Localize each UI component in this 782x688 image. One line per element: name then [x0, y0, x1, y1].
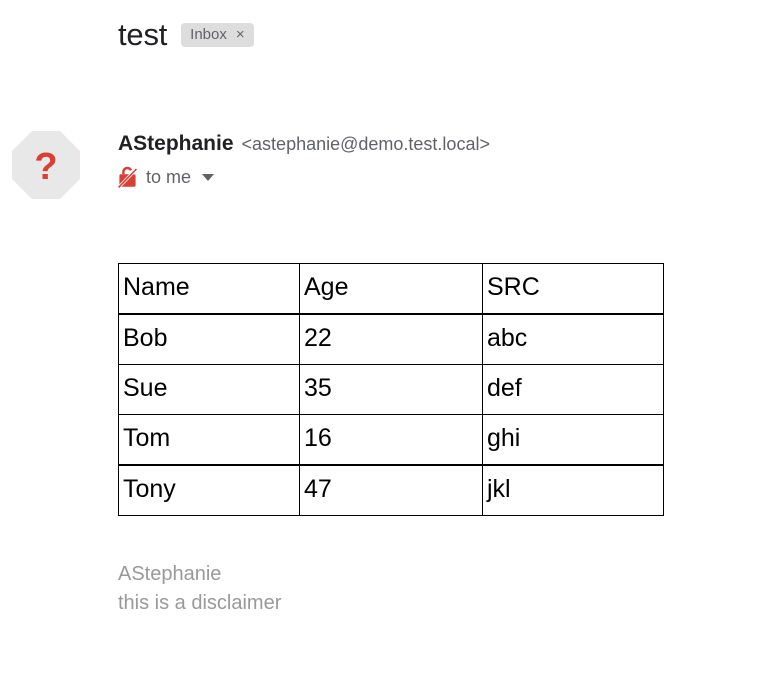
sender-email[interactable]: <astephanie@demo.test.local>	[242, 134, 490, 155]
cell-age: 16	[299, 414, 483, 466]
signature-name: AStephanie	[118, 563, 222, 585]
column-header-src: SRC	[482, 263, 664, 315]
label-chip-text: Inbox	[190, 26, 227, 44]
table-header-row: Name Age SRC	[118, 263, 664, 315]
chevron-down-icon[interactable]	[202, 173, 215, 181]
avatar: ?	[12, 131, 80, 199]
cell-age: 22	[299, 313, 483, 365]
cell-src: abc	[482, 313, 664, 365]
email-body-table: Name Age SRC Bob 22 abc Sue 35 def Tom 1…	[118, 263, 664, 516]
question-mark-octagon-icon: ?	[12, 131, 80, 199]
cell-name: Tony	[118, 464, 300, 516]
table-row: Tony 47 jkl	[118, 464, 664, 516]
no-encryption-icon	[118, 166, 137, 188]
cell-name: Sue	[118, 364, 300, 415]
sender-name[interactable]: AStephanie	[118, 132, 234, 156]
recipient-label: to me	[146, 166, 192, 187]
page-title: test	[118, 17, 168, 52]
table-row: Sue 35 def	[118, 364, 664, 415]
sender-block: AStephanie <astephanie@demo.test.local> …	[118, 132, 490, 188]
column-header-name: Name	[118, 263, 300, 315]
sender-line: AStephanie <astephanie@demo.test.local>	[118, 132, 490, 156]
table-body: Bob 22 abc Sue 35 def Tom 16 ghi Tony 47…	[118, 313, 664, 516]
cell-src: jkl	[482, 464, 664, 516]
cell-src: ghi	[482, 414, 664, 466]
cell-age: 47	[299, 464, 483, 516]
cell-src: def	[482, 364, 664, 415]
table-row: Bob 22 abc	[118, 313, 664, 365]
close-icon[interactable]: ×	[236, 27, 245, 42]
subject-row: test Inbox ×	[118, 17, 254, 52]
cell-age: 35	[299, 364, 483, 415]
svg-text:?: ?	[34, 146, 57, 188]
table-row: Tom 16 ghi	[118, 414, 664, 466]
recipient-line[interactable]: to me	[118, 166, 490, 188]
cell-name: Bob	[118, 313, 300, 365]
table-header: Name Age SRC	[118, 263, 664, 315]
label-chip-inbox[interactable]: Inbox ×	[181, 23, 254, 48]
disclaimer-text: this is a disclaimer	[118, 592, 282, 614]
signature-block: AStephanie this is a disclaimer	[118, 560, 281, 618]
cell-name: Tom	[118, 414, 300, 466]
column-header-age: Age	[299, 263, 483, 315]
